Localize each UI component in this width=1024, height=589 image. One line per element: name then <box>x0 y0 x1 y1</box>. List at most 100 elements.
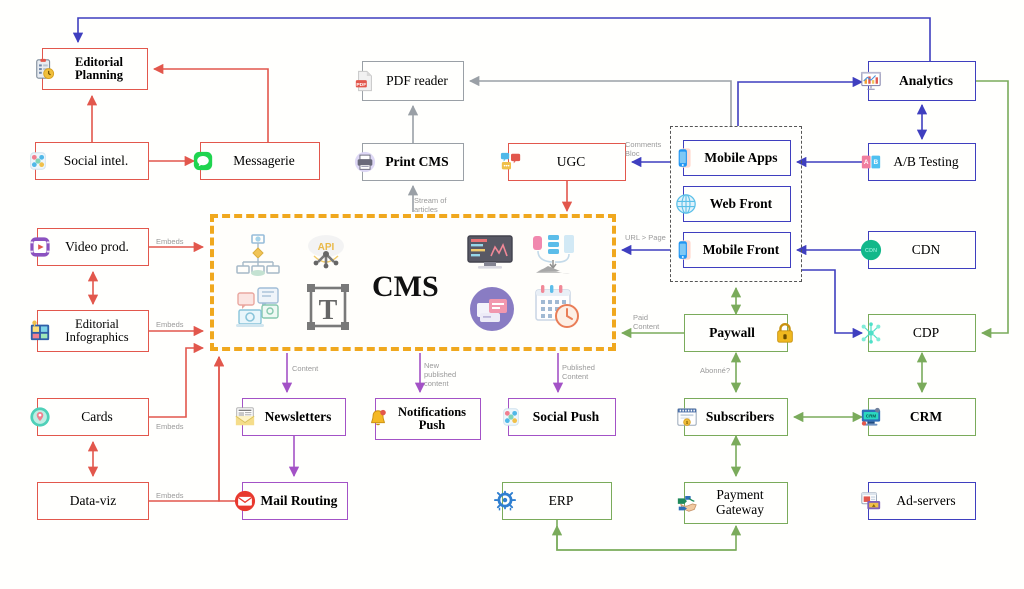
newsletter-mail-icon <box>230 402 260 432</box>
analytics-chart-icon <box>856 66 886 96</box>
node-web-front[interactable]: Web Front <box>676 186 791 222</box>
printer-icon <box>350 147 380 177</box>
node-mobile-apps[interactable]: Mobile Apps <box>678 140 791 176</box>
node-cdn[interactable]: CDN CDN <box>860 231 976 269</box>
media-chat-icon <box>236 286 284 335</box>
clipboard-schedule-icon <box>30 54 60 84</box>
node-label: CDP <box>912 324 940 340</box>
handshake-money-icon <box>672 488 702 518</box>
node-label: Print CMS <box>385 153 449 169</box>
edge-label-comments-bloc: Comments Bloc <box>625 140 662 159</box>
node-label: PDF reader <box>386 72 448 88</box>
ad-server-icon <box>856 486 886 516</box>
node-label: Messagerie <box>233 152 295 168</box>
node-cdp[interactable]: CDP <box>861 314 976 352</box>
node-notifications-push[interactable]: Notifications Push <box>371 398 481 440</box>
diagram-canvas: CMS API T Editorial Planning Social inte… <box>0 0 1024 589</box>
chat-bubble-icon <box>188 146 218 176</box>
edge-frontend-to-analytics <box>737 76 864 126</box>
edge-label-embeds-dataviz: Embeds <box>156 491 184 500</box>
node-label: Analytics <box>899 72 953 88</box>
node-label: Subscribers <box>705 408 775 424</box>
cms-group-label: CMS <box>372 270 439 303</box>
node-label: Social Push <box>532 408 600 424</box>
edge-label-embeds-infographics: Embeds <box>156 320 184 329</box>
cdn-circle-icon: CDN <box>856 235 886 265</box>
node-ad-servers[interactable]: Ad-servers <box>861 482 976 520</box>
node-label: A/B Testing <box>893 153 959 169</box>
node-label: CDN <box>911 241 941 257</box>
comments-icon <box>496 147 526 177</box>
node-label: Social intel. <box>63 152 129 168</box>
node-label: UGC <box>556 153 586 169</box>
node-label: Video prod. <box>65 238 129 254</box>
node-pdf-reader[interactable]: PDF PDF reader <box>355 61 464 101</box>
media-circle-icon <box>469 286 515 337</box>
edge-label-embeds-video: Embeds <box>156 237 184 246</box>
node-payment-gateway[interactable]: Payment Gateway <box>677 482 788 524</box>
cdp-network-icon <box>856 318 886 348</box>
node-analytics[interactable]: Analytics <box>860 61 976 101</box>
subscriber-badge-icon: $ <box>672 402 702 432</box>
gear-icon <box>490 486 520 516</box>
mobile-phone-icon <box>671 143 701 173</box>
calendar-clock-icon <box>533 284 581 335</box>
node-cards[interactable]: Cards <box>30 398 149 436</box>
node-editorial-infographics[interactable]: Editorial Infographics <box>30 310 149 352</box>
node-label: Paywall <box>709 324 755 340</box>
node-ugc[interactable]: UGC <box>500 143 626 181</box>
node-label: CRM <box>909 408 943 424</box>
card-pin-icon <box>25 402 55 432</box>
node-paywall[interactable]: Paywall <box>684 314 793 352</box>
monitor-data-icon <box>466 232 514 281</box>
node-label: Data-viz <box>69 492 117 508</box>
edge-label-url-page: URL > Page <box>625 233 666 242</box>
svg-text:CRM: CRM <box>866 414 877 419</box>
node-label: Mobile Apps <box>704 149 778 165</box>
edge-label-paid-content: Paid Content <box>633 313 660 332</box>
video-player-icon <box>25 232 55 262</box>
edge-payment-gateway-to-erp <box>551 524 736 551</box>
node-label: Mail Routing <box>260 492 338 508</box>
edge-label-abonne: Abonné? <box>700 366 731 375</box>
crm-screen-icon: CRM <box>856 402 886 432</box>
svg-text:T: T <box>319 295 338 326</box>
node-messagerie[interactable]: Messagerie <box>193 142 320 180</box>
node-ab-testing[interactable]: A B A/B Testing <box>861 143 976 181</box>
edge-frontend-to-pdf-reader <box>468 75 732 126</box>
pdf-file-icon: PDF <box>350 66 380 96</box>
mobile-phone-icon <box>671 235 701 265</box>
edge-label-content: Content <box>292 364 319 373</box>
node-mobile-front[interactable]: Mobile Front <box>678 232 791 268</box>
node-data-viz[interactable]: Data-viz <box>37 482 149 520</box>
node-erp[interactable]: ERP <box>494 482 612 520</box>
node-label: Newsletters <box>264 408 332 424</box>
typography-icon: T <box>306 284 350 335</box>
mail-circle-icon <box>230 486 260 516</box>
node-label: ERP <box>548 492 574 508</box>
svg-text:B: B <box>873 159 878 166</box>
node-print-cms[interactable]: Print CMS <box>354 143 464 181</box>
node-video-prod[interactable]: Video prod. <box>30 228 149 266</box>
workflow-icon <box>236 232 280 281</box>
node-crm[interactable]: CRM CRM <box>861 398 976 436</box>
svg-text:CDN: CDN <box>865 248 877 254</box>
social-network-icon <box>496 402 526 432</box>
node-editorial-planning[interactable]: Editorial Planning <box>36 48 148 90</box>
node-subscribers[interactable]: $ Subscribers <box>677 398 788 436</box>
node-label: Web Front <box>709 195 773 211</box>
node-social-intel[interactable]: Social intel. <box>30 142 149 180</box>
globe-icon <box>671 189 701 219</box>
node-social-push[interactable]: Social Push <box>503 398 616 436</box>
infographic-icon <box>25 316 55 346</box>
svg-text:A: A <box>864 159 869 166</box>
node-label: Cards <box>81 408 113 424</box>
edge-messagerie-to-editorial-planning <box>152 63 269 142</box>
api-cloud-icon: API <box>304 232 348 281</box>
node-label: Mobile Front <box>702 241 780 257</box>
edge-analytics-to-editorial-planning <box>72 17 931 61</box>
node-newsletters[interactable]: Newsletters <box>235 398 346 436</box>
edge-label-published-content: Published Content <box>562 363 595 382</box>
node-mail-routing[interactable]: Mail Routing <box>234 482 348 520</box>
edge-analytics-to-cdp <box>976 80 1009 339</box>
